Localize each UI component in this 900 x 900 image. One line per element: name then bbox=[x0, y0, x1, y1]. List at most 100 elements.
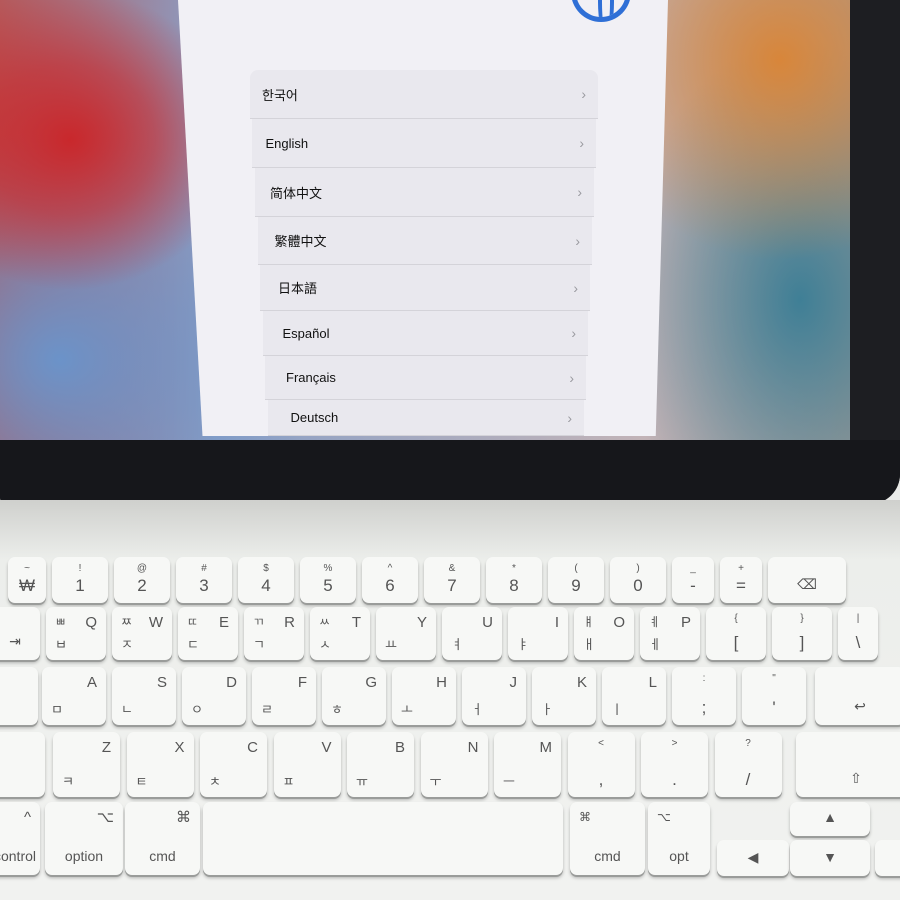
key-/-key[interactable]: ? / bbox=[714, 732, 782, 797]
key-E-key[interactable]: ㄸ E ㄷ bbox=[178, 607, 238, 660]
key-legend: cmd bbox=[594, 848, 621, 864]
key-;-key[interactable]: :; bbox=[672, 667, 736, 725]
key-B-key[interactable]: Bㅠ bbox=[347, 732, 414, 797]
key-legend: ㄲ bbox=[253, 615, 265, 629]
key-.-key[interactable]: >. bbox=[641, 732, 708, 797]
key-,-key[interactable]: <, bbox=[567, 732, 635, 797]
key-5-key[interactable]: % 5 bbox=[300, 557, 356, 603]
cmd-left-key[interactable]: ⌘ cmd bbox=[125, 802, 200, 875]
chevron-right-icon: › bbox=[573, 279, 578, 296]
key-T-key[interactable]: ㅆ T ㅅ bbox=[310, 607, 370, 660]
key-Y-key[interactable]: Yㅛ bbox=[376, 607, 436, 660]
key-P-key[interactable]: ㅖ P ㅔ bbox=[640, 607, 700, 660]
key-R-key[interactable]: ㄲ R ㄱ bbox=[244, 607, 304, 660]
key-legend: ㅒ bbox=[583, 615, 595, 629]
cmd-right-key[interactable]: ⌘ cmd bbox=[570, 802, 645, 875]
key-legend: ⌥ bbox=[96, 809, 114, 826]
key-legend: H bbox=[436, 674, 447, 691]
key-A-key[interactable]: Aㅁ bbox=[42, 667, 106, 725]
arrow-right-key[interactable] bbox=[875, 840, 900, 876]
key-F-key[interactable]: Fㄹ bbox=[252, 667, 316, 725]
key-0-key[interactable]: ) 0 bbox=[610, 557, 666, 603]
key-legend: W bbox=[148, 614, 163, 631]
key-N-key[interactable]: Nㅜ bbox=[420, 732, 488, 797]
key-legend: L bbox=[648, 674, 657, 691]
language-option[interactable]: English › bbox=[252, 119, 596, 168]
shift-right-key[interactable]: ⇧ bbox=[796, 732, 900, 797]
key-L-key[interactable]: Lㅣ bbox=[602, 667, 666, 725]
key-legend: < bbox=[598, 738, 604, 749]
key-O-key[interactable]: ㅒ O ㅐ bbox=[574, 607, 634, 660]
key-[-key[interactable]: {[ bbox=[706, 607, 766, 660]
key-legend: , bbox=[598, 770, 604, 789]
key-legend: J bbox=[509, 674, 518, 691]
key-legend: ㅖ bbox=[649, 615, 661, 629]
delete-key[interactable]: ⌫ bbox=[768, 557, 846, 603]
key-'-key[interactable]: " ' bbox=[742, 667, 806, 725]
opt-key[interactable]: ⌥ opt bbox=[648, 802, 710, 875]
key-9-key[interactable]: (9 bbox=[548, 557, 604, 603]
key-V-key[interactable]: Vㅍ bbox=[273, 732, 341, 797]
key-S-key[interactable]: Sㄴ bbox=[112, 667, 176, 725]
key-X-key[interactable]: Xㅌ bbox=[126, 732, 194, 797]
chevron-right-icon: › bbox=[579, 135, 584, 151]
arrow-up-key[interactable]: ▲ bbox=[790, 802, 870, 836]
language-option[interactable]: Deutsch › bbox=[268, 400, 584, 436]
arrow-left-key[interactable]: ◀ bbox=[717, 840, 789, 876]
key-]-key[interactable]: }] bbox=[772, 607, 832, 660]
key-Q-key[interactable]: ㅃ Q ㅂ bbox=[46, 607, 106, 660]
key-legend: ㅌ bbox=[135, 774, 148, 789]
key-Z-key[interactable]: Zㅋ bbox=[53, 732, 120, 797]
key-legend: + bbox=[738, 563, 744, 574]
key-3-key[interactable]: #3 bbox=[176, 557, 232, 603]
key-legend: ㅔ bbox=[649, 637, 661, 652]
key-4-key[interactable]: $4 bbox=[238, 557, 294, 603]
key-legend: V bbox=[321, 739, 332, 756]
key-G-key[interactable]: Gㅎ bbox=[322, 667, 386, 725]
key-1-key[interactable]: ! 1 bbox=[52, 557, 108, 603]
key-₩-key[interactable]: ~ ₩ bbox=[8, 557, 46, 603]
key---key[interactable]: _ - bbox=[672, 557, 714, 603]
key-K-key[interactable]: Kㅏ bbox=[532, 667, 596, 725]
key-legend: ~ bbox=[24, 563, 30, 574]
key-J-key[interactable]: Jㅓ bbox=[462, 667, 526, 725]
caps-lock-key[interactable] bbox=[0, 667, 38, 725]
key-legend: ㄴ bbox=[121, 702, 133, 717]
key-legend: ↩ bbox=[854, 698, 866, 714]
tab-key[interactable]: ⇥ bbox=[0, 607, 40, 660]
ipad-display: 한국어 › English › 简体中文 › 繁體中文 › 日本語 › Español › França… bbox=[0, 0, 900, 504]
key-\-key[interactable]: | \ bbox=[838, 607, 878, 660]
return-key[interactable]: ↩ bbox=[815, 667, 900, 725]
key-8-key[interactable]: * 8 bbox=[486, 557, 542, 603]
key-legend: " bbox=[772, 673, 776, 684]
key-legend: 4 bbox=[261, 576, 271, 595]
language-option[interactable]: 简体中文 › bbox=[255, 168, 594, 217]
key-D-key[interactable]: Dㅇ bbox=[182, 667, 246, 725]
shift-left-key[interactable] bbox=[0, 732, 45, 797]
control-key[interactable]: ^ control bbox=[0, 802, 40, 875]
key-W-key[interactable]: ㅉ Wㅈ bbox=[112, 607, 172, 660]
language-option[interactable]: 日本語 › bbox=[260, 265, 590, 311]
key-2-key[interactable]: @2 bbox=[114, 557, 170, 603]
language-option[interactable]: Français › bbox=[265, 356, 586, 400]
key-=-key[interactable]: + = bbox=[720, 557, 762, 603]
key-legend: N bbox=[467, 739, 479, 756]
arrow-down-key[interactable]: ▼ bbox=[790, 840, 870, 876]
language-option[interactable]: 한국어 › bbox=[250, 70, 598, 119]
key-H-key[interactable]: Hㅗ bbox=[392, 667, 456, 725]
key-legend: ; bbox=[701, 698, 707, 717]
key-legend: ㅣ bbox=[611, 702, 623, 717]
key-legend: ⌫ bbox=[797, 576, 817, 592]
language-option[interactable]: Español › bbox=[263, 311, 588, 356]
space-key[interactable] bbox=[203, 802, 563, 875]
key-legend: : bbox=[702, 673, 706, 684]
key-U-key[interactable]: Uㅕ bbox=[442, 607, 502, 660]
key-I-key[interactable]: Iㅑ bbox=[508, 607, 568, 660]
key-C-key[interactable]: Cㅊ bbox=[200, 732, 267, 797]
key-M-key[interactable]: Mㅡ bbox=[494, 732, 561, 797]
language-option[interactable]: 繁體中文 › bbox=[258, 217, 592, 265]
key-7-key[interactable]: & 7 bbox=[424, 557, 480, 603]
bezel bbox=[850, 0, 900, 504]
key-6-key[interactable]: ^ 6 bbox=[362, 557, 418, 603]
option-key[interactable]: ⌥ option bbox=[45, 802, 123, 875]
